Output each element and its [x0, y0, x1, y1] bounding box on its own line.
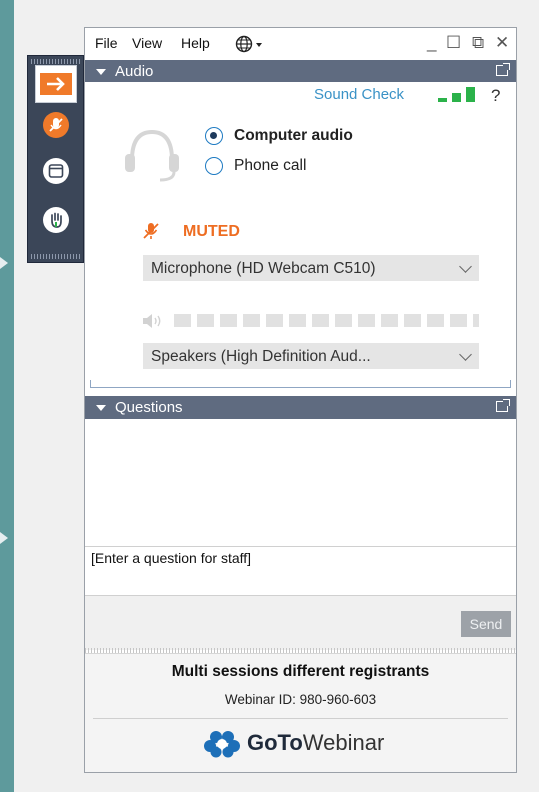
window-icon: [48, 164, 64, 178]
sidebar-drag-grip[interactable]: [31, 59, 80, 64]
audio-panel: Sound Check ? Computer audio Phone call …: [85, 82, 516, 390]
collapse-caret-icon[interactable]: [96, 404, 106, 411]
computer-audio-label[interactable]: Computer audio: [234, 127, 353, 145]
questions-panel-title: Questions: [115, 399, 183, 416]
raise-hand-button[interactable]: [35, 201, 77, 239]
gotowebinar-logo-icon: [204, 731, 240, 758]
speakers-select[interactable]: Speakers (High Definition Aud...: [143, 343, 479, 369]
audio-help-button[interactable]: ?: [491, 86, 500, 106]
questions-log: [85, 422, 516, 547]
maximize-button[interactable]: ☐: [446, 33, 461, 53]
muted-microphone-icon: [143, 223, 159, 239]
chevron-down-icon: [459, 348, 472, 361]
session-title: Multi sessions different registrants: [171, 663, 430, 680]
webinar-id: Webinar ID: 980-960-603: [224, 692, 377, 707]
minimize-button[interactable]: _: [427, 33, 436, 53]
sound-check-link[interactable]: Sound Check: [314, 86, 404, 103]
question-input[interactable]: [Enter a question for staff]: [85, 546, 516, 596]
menu-bar: File View Help _ ☐ ⧉ ✕: [85, 28, 516, 59]
gotowebinar-logo: GoTo Webinar: [203, 728, 384, 758]
sidebar-drag-grip[interactable]: [31, 254, 80, 259]
popout-panel-icon[interactable]: [496, 63, 510, 76]
collapse-caret-icon[interactable]: [96, 68, 106, 75]
footer-divider: [93, 718, 508, 719]
globe-icon: [235, 35, 262, 53]
phone-call-radio[interactable]: [205, 157, 223, 175]
panel-resize-edge: [90, 380, 511, 388]
show-window-button[interactable]: [35, 152, 77, 190]
collapse-arrow-icon: [40, 73, 72, 95]
chevron-down-icon: [459, 260, 472, 273]
session-footer: Multi sessions different registrants Web…: [85, 654, 516, 772]
speaker-volume-icon: [143, 314, 161, 328]
popout-panel-icon[interactable]: [496, 399, 510, 412]
brand-bold: GoTo: [247, 730, 303, 755]
muted-microphone-icon: [49, 118, 63, 132]
headset-icon: [125, 129, 179, 182]
audio-panel-title: Audio: [115, 63, 154, 80]
webinar-control-window: File View Help _ ☐ ⧉ ✕ Audio Sound Check: [84, 27, 517, 773]
speakers-select-value: Speakers (High Definition Aud...: [151, 348, 371, 365]
background-arrow-marker: [0, 257, 8, 269]
mute-toggle-button[interactable]: [35, 106, 77, 144]
popout-button[interactable]: ⧉: [472, 33, 484, 53]
control-panel-sidebar: [27, 55, 84, 263]
raise-hand-icon: [51, 212, 62, 228]
menu-file[interactable]: File: [95, 35, 118, 51]
menu-help[interactable]: Help: [181, 35, 210, 51]
question-input-placeholder: [Enter a question for staff]: [91, 550, 252, 566]
audio-panel-header[interactable]: Audio: [85, 60, 516, 83]
brand-regular: Webinar: [302, 730, 385, 755]
background-arrow-marker: [0, 532, 8, 544]
computer-audio-radio[interactable]: [205, 127, 223, 145]
microphone-select[interactable]: Microphone (HD Webcam C510): [143, 255, 479, 281]
phone-call-label[interactable]: Phone call: [234, 157, 306, 175]
desktop-background-left: [0, 0, 14, 792]
send-button[interactable]: Send: [461, 611, 511, 637]
language-menu[interactable]: [235, 35, 269, 56]
send-bar: Send: [85, 596, 516, 650]
mic-status-text: MUTED: [183, 223, 240, 240]
questions-panel-header[interactable]: Questions: [85, 396, 516, 419]
collapse-panel-button[interactable]: [35, 65, 77, 103]
microphone-select-value: Microphone (HD Webcam C510): [151, 260, 376, 277]
close-button[interactable]: ✕: [495, 33, 509, 53]
menu-view[interactable]: View: [132, 35, 162, 51]
